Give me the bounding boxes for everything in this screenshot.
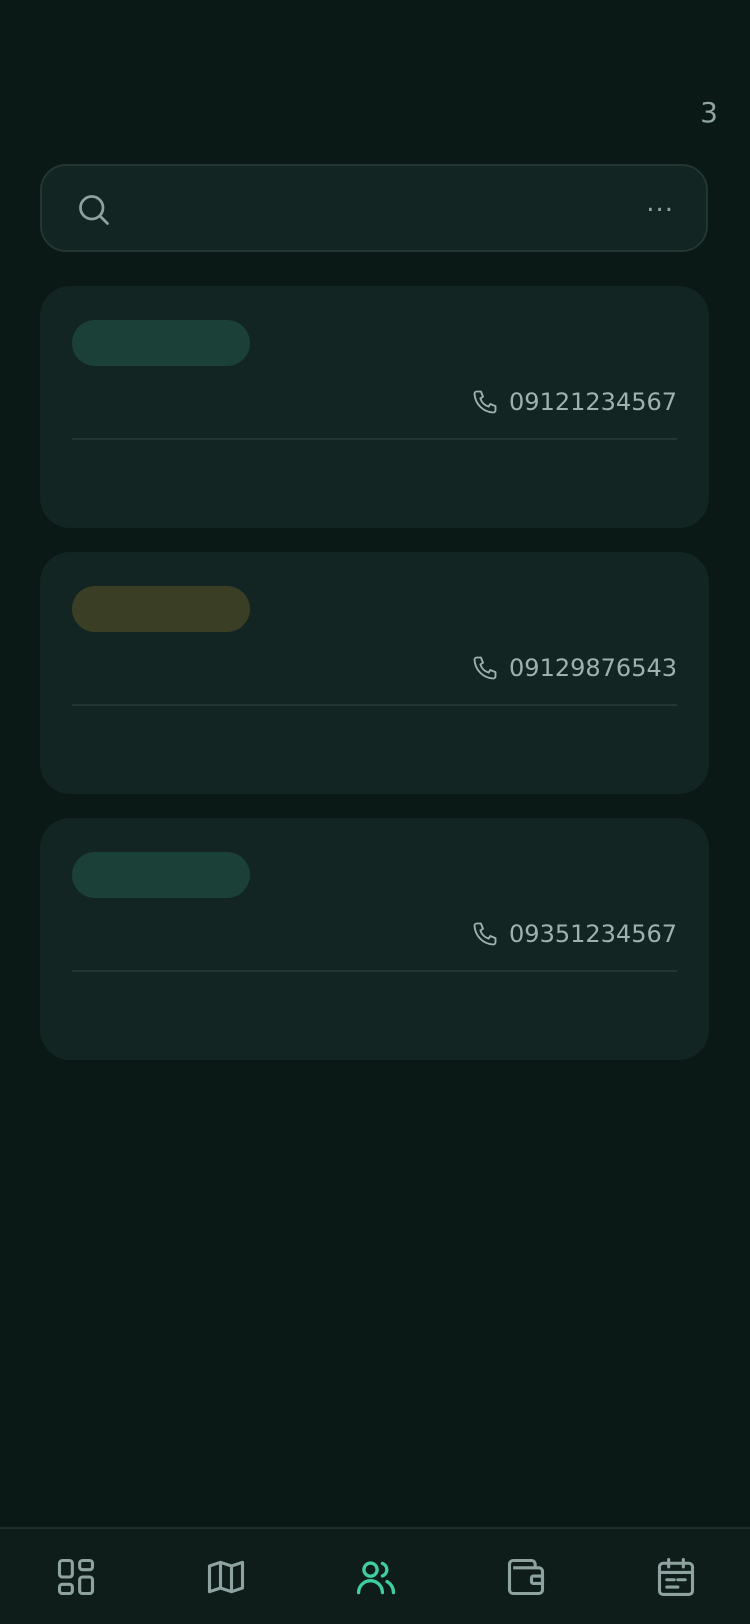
contact-card[interactable]: 09121234567: [40, 286, 709, 528]
phone-icon: [473, 390, 497, 414]
divider: [72, 438, 677, 440]
nav-item-map[interactable]: [196, 1547, 256, 1607]
search-bar[interactable]: ...: [40, 164, 708, 252]
name-placeholder-pill: [72, 586, 250, 632]
wallet-icon: [507, 1558, 545, 1596]
contact-card[interactable]: 09351234567: [40, 818, 709, 1060]
phone-number: 09351234567: [509, 920, 677, 948]
map-icon: [207, 1560, 245, 1594]
users-icon: [356, 1561, 396, 1595]
divider: [72, 970, 677, 972]
nav-item-dashboard[interactable]: [46, 1547, 106, 1607]
phone-row[interactable]: 09121234567: [471, 382, 677, 422]
phone-row[interactable]: 09351234567: [471, 914, 677, 954]
search-input[interactable]: ...: [646, 188, 674, 218]
nav-item-wallet[interactable]: [496, 1547, 556, 1607]
contact-card[interactable]: 09129876543: [40, 552, 709, 794]
phone-icon: [473, 656, 497, 680]
nav-item-calendar[interactable]: [646, 1547, 706, 1607]
divider: [72, 704, 677, 706]
phone-number: 09129876543: [509, 654, 677, 682]
nav-item-users[interactable]: [346, 1547, 406, 1607]
phone-number: 09121234567: [509, 388, 677, 416]
bottom-nav: [0, 1527, 750, 1624]
search-icon: [79, 195, 109, 225]
dashboard-icon: [57, 1558, 95, 1596]
calendar-icon: [657, 1558, 695, 1596]
contacts-count: 3: [700, 96, 718, 129]
phone-row[interactable]: 09129876543: [471, 648, 677, 688]
name-placeholder-pill: [72, 320, 250, 366]
phone-icon: [473, 922, 497, 946]
name-placeholder-pill: [72, 852, 250, 898]
